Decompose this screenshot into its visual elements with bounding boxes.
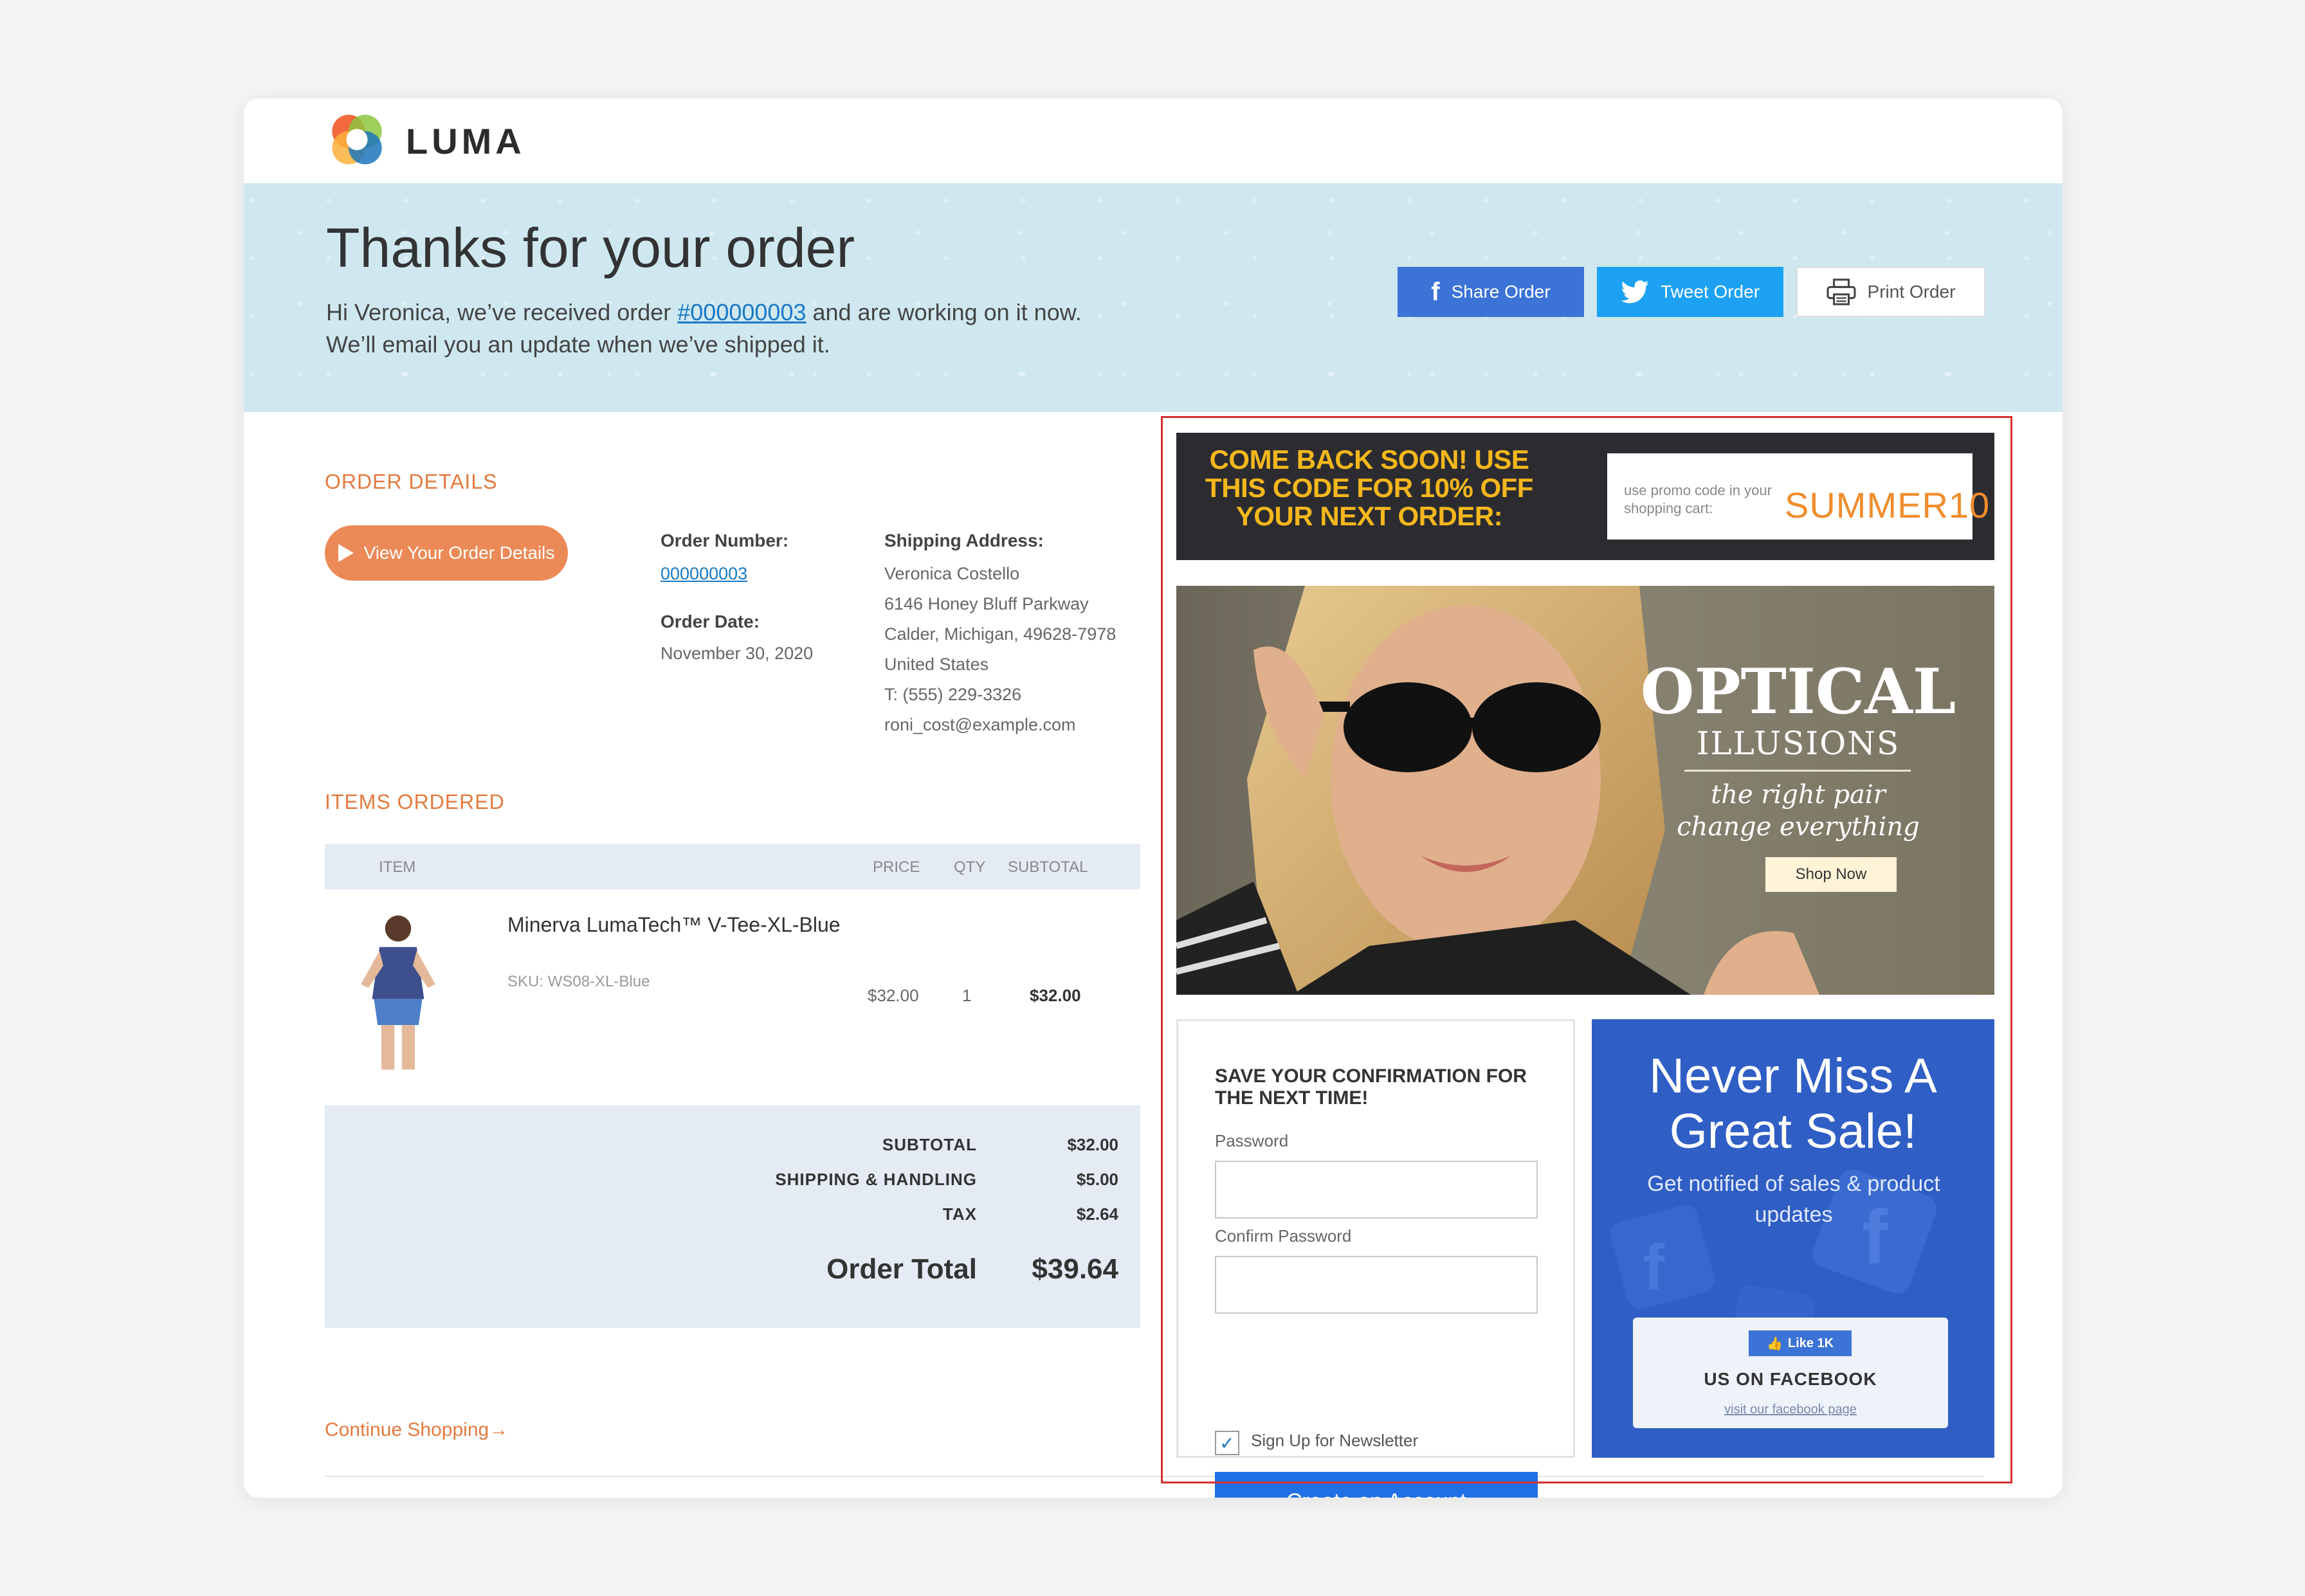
shipping-value: $5.00 bbox=[1076, 1170, 1118, 1189]
address-line: Veronica Costello bbox=[884, 564, 1020, 583]
view-order-details-label: View Your Order Details bbox=[363, 543, 555, 563]
print-order-button[interactable]: Print Order bbox=[1796, 267, 1985, 317]
col-price: PRICE bbox=[873, 858, 920, 876]
product-sku: SKU: WS08-XL-Blue bbox=[507, 973, 650, 990]
printer-icon bbox=[1827, 278, 1856, 305]
col-subtotal: SUBTOTAL bbox=[1008, 858, 1088, 876]
share-order-button[interactable]: f Share Order bbox=[1398, 267, 1584, 317]
address-phone: T: (555) 229-3326 bbox=[884, 685, 1022, 704]
message-text: and are working on it now. bbox=[806, 299, 1082, 325]
tax-value: $2.64 bbox=[1076, 1204, 1118, 1224]
items-ordered-title: ITEMS ORDERED bbox=[325, 790, 505, 813]
items-table-header: ITEM PRICE QTY SUBTOTAL bbox=[325, 844, 1140, 889]
address-email: roni_cost@example.com bbox=[884, 715, 1076, 734]
share-order-label: Share Order bbox=[1451, 282, 1551, 302]
address-line: 6146 Honey Bluff Parkway bbox=[884, 594, 1089, 613]
address-line: United States bbox=[884, 655, 989, 674]
product-name[interactable]: Minerva LumaTech™ V-Tee-XL-Blue bbox=[507, 912, 855, 937]
play-icon bbox=[338, 544, 354, 562]
order-total-value: $39.64 bbox=[1032, 1253, 1118, 1285]
order-details-title: ORDER DETAILS bbox=[325, 470, 498, 493]
logo-text: LUMA bbox=[406, 121, 525, 161]
product-price: $32.00 bbox=[868, 986, 919, 1005]
order-number-label: Order Number: bbox=[661, 530, 789, 550]
email-card: LUMA Thanks for your order Hi Veronica, … bbox=[243, 98, 2063, 1498]
order-total-label: Order Total bbox=[826, 1253, 977, 1285]
product-subtotal: $32.00 bbox=[1030, 986, 1081, 1005]
continue-shopping-link[interactable]: Continue Shopping→ bbox=[325, 1419, 508, 1441]
twitter-icon bbox=[1621, 280, 1649, 304]
tax-label: TAX bbox=[942, 1204, 977, 1224]
address-line: Calder, Michigan, 49628-7978 bbox=[884, 624, 1116, 644]
print-order-label: Print Order bbox=[1867, 282, 1956, 302]
order-date-value: November 30, 2020 bbox=[661, 644, 814, 663]
product-qty: 1 bbox=[962, 986, 972, 1005]
shipping-address: Veronica Costello 6146 Honey Bluff Parkw… bbox=[884, 559, 1116, 740]
col-qty: QTY bbox=[954, 858, 986, 876]
message-line-2: We’ll email you an update when we’ve shi… bbox=[326, 331, 830, 358]
tweet-order-label: Tweet Order bbox=[1660, 282, 1760, 302]
order-number-link[interactable]: #000000003 bbox=[677, 299, 806, 325]
shipping-address-label: Shipping Address: bbox=[884, 530, 1044, 550]
shipping-label: SHIPPING & HANDLING bbox=[775, 1170, 977, 1189]
view-order-details-button[interactable]: View Your Order Details bbox=[325, 525, 568, 581]
subtotal-value: $32.00 bbox=[1067, 1135, 1118, 1154]
page-title: Thanks for your order bbox=[326, 217, 855, 279]
facebook-icon: f bbox=[1431, 277, 1440, 306]
message-text: Hi Veronica, we’ve received order bbox=[326, 299, 678, 325]
highlight-box bbox=[1161, 416, 2012, 1483]
tweet-order-button[interactable]: Tweet Order bbox=[1597, 267, 1783, 317]
product-image[interactable] bbox=[340, 910, 456, 1077]
luma-logo-icon[interactable] bbox=[327, 110, 387, 169]
order-message: Hi Veronica, we’ve received order #00000… bbox=[326, 296, 1291, 361]
col-item: ITEM bbox=[379, 858, 416, 876]
order-number-value-link[interactable]: 000000003 bbox=[661, 564, 747, 584]
subtotal-label: SUBTOTAL bbox=[882, 1135, 977, 1154]
order-date-label: Order Date: bbox=[661, 612, 760, 631]
